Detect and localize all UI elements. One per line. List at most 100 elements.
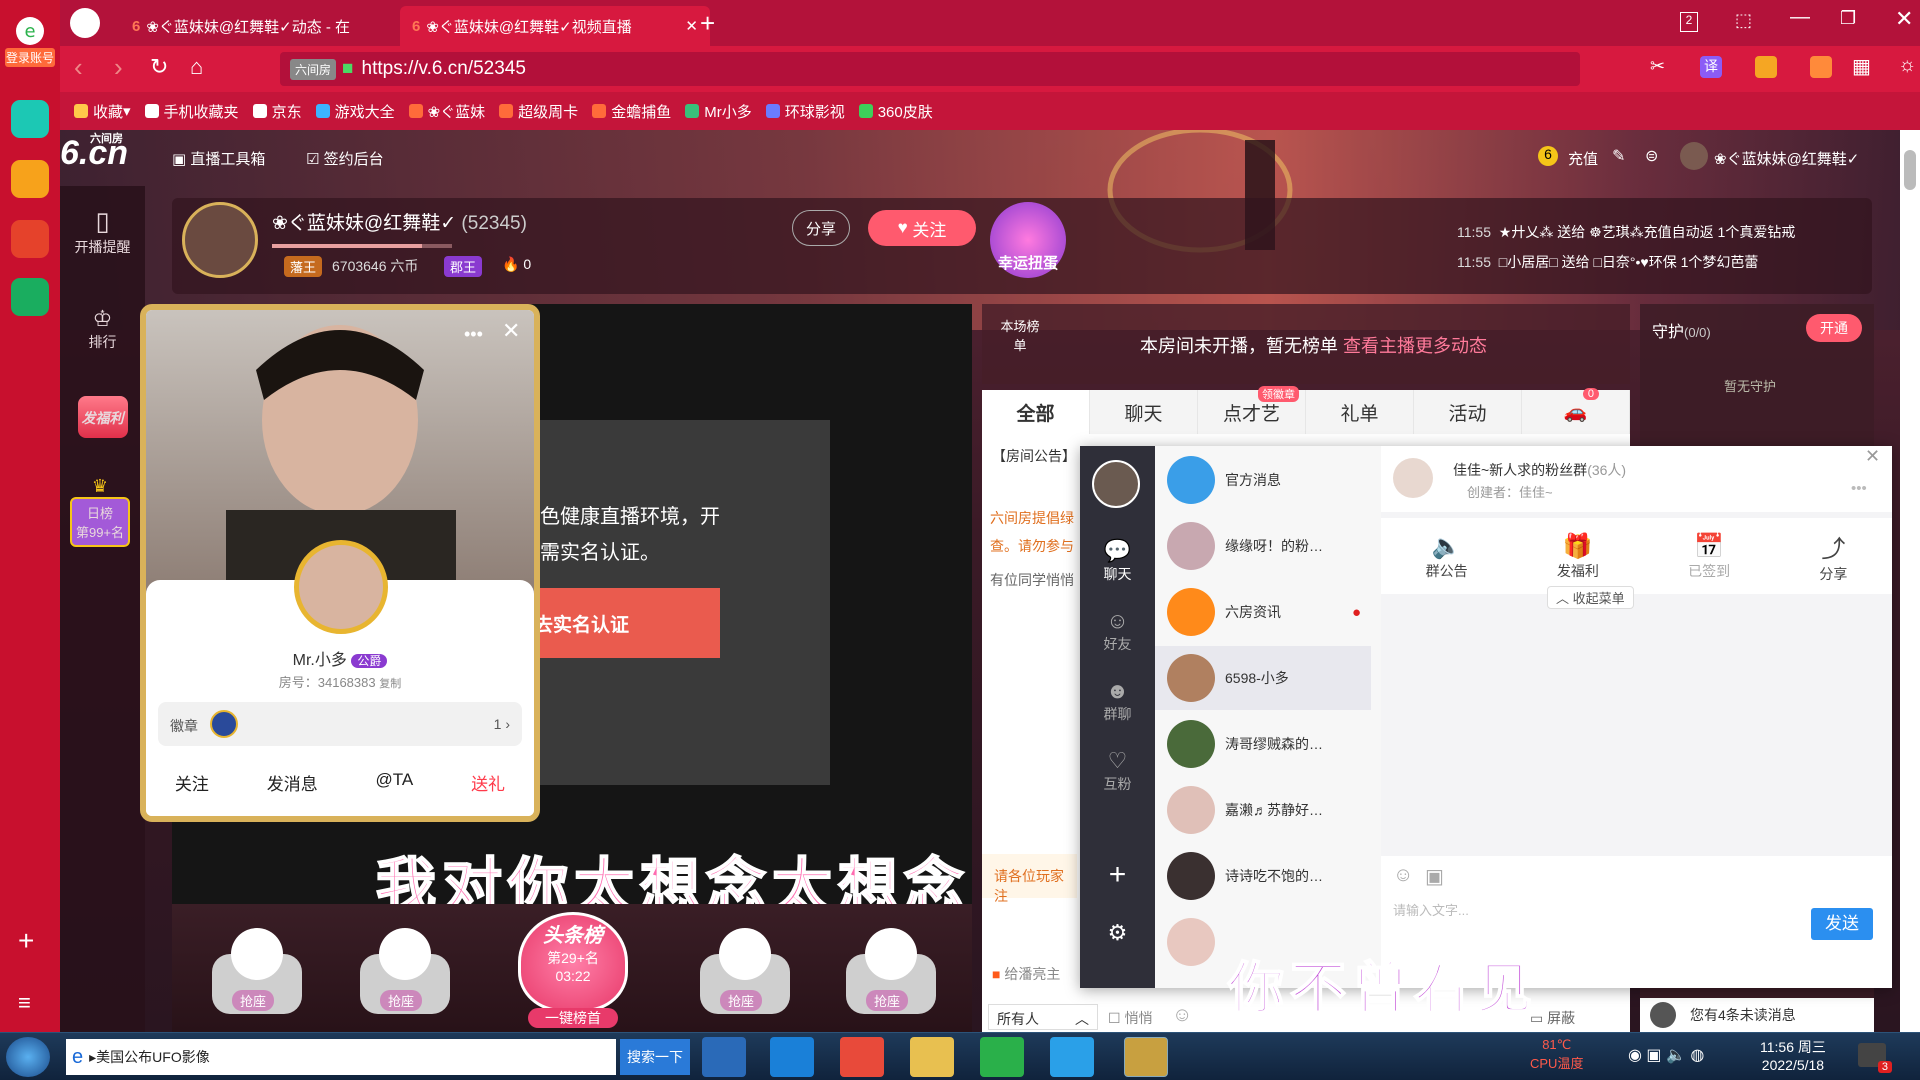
forward-icon[interactable]: ›: [114, 52, 123, 83]
host-avatar[interactable]: [182, 202, 258, 278]
notification-icon[interactable]: 3: [1858, 1043, 1892, 1073]
toolbox-link[interactable]: ▣ 直播工具箱: [172, 148, 265, 169]
tab-activity[interactable]: 活动: [1414, 390, 1522, 434]
seat[interactable]: 抢座: [836, 914, 946, 1024]
weibo-icon[interactable]: [11, 220, 49, 258]
unread-bar[interactable]: 您有4条未读消息: [1640, 998, 1874, 1032]
bookmark-item[interactable]: 手机收藏夹: [144, 101, 239, 122]
im-tab-friends[interactable]: ☺ 好友: [1080, 608, 1155, 654]
open-guard-button[interactable]: 开通: [1806, 314, 1862, 342]
daily-rank[interactable]: ♛ 日榜 第99+名: [70, 476, 130, 547]
cut-icon[interactable]: ✂: [1650, 56, 1665, 77]
mention-action[interactable]: @TA: [376, 770, 414, 795]
announcement-action[interactable]: 🔈 群公告: [1426, 532, 1468, 581]
bookmark-item[interactable]: ❀ぐ蓝妹: [408, 101, 485, 122]
translate-icon[interactable]: 译: [1700, 56, 1722, 78]
player-icon[interactable]: [1050, 1037, 1094, 1077]
im-tab-chat[interactable]: 💬 聊天: [1080, 538, 1155, 584]
medal-row[interactable]: 徽章 1 ›: [158, 702, 522, 746]
lucky-egg-button[interactable]: 幸运扭蛋: [990, 202, 1066, 278]
ie-icon[interactable]: [770, 1037, 814, 1077]
conversation-item[interactable]: 六房资讯 ●: [1155, 580, 1371, 644]
im-tab-groups[interactable]: ☻ 群聊: [1080, 678, 1155, 724]
tab-car[interactable]: 🚗 0: [1522, 388, 1630, 434]
conversation-item[interactable]: 涛哥缪贼森的…: [1155, 712, 1371, 776]
welfare-link[interactable]: 发福利: [60, 396, 145, 438]
bookmark-item[interactable]: 超级周卡: [499, 101, 578, 122]
conversation-item[interactable]: 官方消息: [1155, 448, 1371, 512]
bookmark-item[interactable]: 京东: [252, 101, 302, 122]
avatar[interactable]: [1680, 142, 1708, 170]
grid-icon[interactable]: ▦: [1852, 54, 1871, 79]
search-input[interactable]: e ▸ 美国公布UFO影像: [66, 1039, 616, 1075]
bookmark-item[interactable]: 金蟾捕鱼: [592, 101, 671, 122]
folder-icon[interactable]: [910, 1037, 954, 1077]
home-icon[interactable]: ⌂: [190, 54, 203, 80]
browser-icon[interactable]: [980, 1037, 1024, 1077]
bookmark-item[interactable]: 环球影视: [765, 101, 845, 122]
tab-1[interactable]: 6 ❀ぐ蓝妹妹@红舞鞋✓动态 - 在: [120, 6, 420, 46]
seat[interactable]: 抢座: [350, 914, 460, 1024]
search-button[interactable]: 搜索一下: [620, 1039, 690, 1075]
bookmark-item[interactable]: Mr小多: [685, 101, 752, 122]
seat[interactable]: 抢座: [690, 914, 800, 1024]
clock[interactable]: 11:56 周三 2022/5/18: [1760, 1037, 1826, 1073]
welfare-action[interactable]: 🎁 发福利: [1557, 532, 1599, 581]
whisper-checkbox[interactable]: ☐ 悄悄: [1108, 1008, 1152, 1028]
add-icon[interactable]: +: [18, 925, 34, 957]
close-icon[interactable]: ✕: [1865, 446, 1880, 467]
conversation-item[interactable]: 嘉濑♬苏静好…: [1155, 778, 1371, 842]
seat[interactable]: 抢座: [202, 914, 312, 1024]
bookmark-item[interactable]: 360皮肤: [858, 101, 933, 122]
signin-admin-link[interactable]: ☑ 签约后台: [306, 148, 384, 169]
tab-2[interactable]: 6 ❀ぐ蓝妹妹@红舞鞋✓视频直播 ✕: [400, 6, 710, 46]
live-reminder[interactable]: ▯ 开播提醒: [60, 206, 145, 257]
share-action[interactable]: ⤴ 分享: [1819, 529, 1847, 584]
tab-close-icon[interactable]: ✕: [685, 17, 698, 35]
target-select[interactable]: 所有人 ︿: [988, 1004, 1098, 1030]
top-rank-button[interactable]: 一键榜首: [528, 1008, 618, 1028]
maximize-icon[interactable]: ❐: [1840, 8, 1856, 29]
follow-button[interactable]: ♥ 关注: [868, 210, 976, 246]
signed-in-action[interactable]: 📅 已签到: [1688, 532, 1730, 581]
emoji-icon[interactable]: ☺: [1393, 864, 1413, 887]
reload-icon[interactable]: ↻: [150, 54, 168, 80]
share-button[interactable]: 分享: [792, 210, 850, 246]
send-button[interactable]: 发送: [1811, 908, 1873, 940]
address-bar[interactable]: 六间房 ■ https://v.6.cn/52345: [280, 52, 1580, 86]
minimize-icon[interactable]: —: [1790, 6, 1810, 29]
page-scrollbar[interactable]: [1900, 130, 1920, 1032]
tab-all[interactable]: 全部: [982, 390, 1090, 434]
follow-action[interactable]: 关注: [175, 770, 209, 795]
compass-icon[interactable]: [70, 8, 100, 38]
login-avatar[interactable]: e 登录账号: [5, 14, 55, 67]
conversation-item[interactable]: 6598-小多: [1155, 646, 1371, 710]
site-logo[interactable]: 6.cn 六间房: [60, 133, 130, 182]
chrome-icon[interactable]: [840, 1037, 884, 1077]
mail-icon[interactable]: [11, 278, 49, 316]
rank-label[interactable]: 本场榜单: [1000, 316, 1040, 354]
bookmark-item[interactable]: 收藏 ▾: [74, 101, 131, 122]
tray-icons[interactable]: ◉ ▣ 🔈 ◍: [1628, 1045, 1704, 1065]
shield-icon[interactable]: [1755, 56, 1777, 78]
im-tab-mutual[interactable]: ♡ 互粉: [1080, 748, 1155, 794]
sidebar-app-icon[interactable]: [11, 100, 49, 138]
start-button[interactable]: [6, 1037, 50, 1077]
message-input[interactable]: 请输入文字...: [1393, 900, 1469, 919]
more-icon[interactable]: •••: [464, 324, 483, 345]
edit-icon[interactable]: ✎: [1612, 146, 1625, 166]
gift-action[interactable]: 送礼: [471, 770, 505, 795]
add-icon[interactable]: +: [1080, 858, 1155, 892]
conversation-item[interactable]: 诗诗吃不饱的…: [1155, 844, 1371, 908]
skin-icon[interactable]: ⬚: [1735, 10, 1752, 31]
kugou-icon[interactable]: [702, 1037, 746, 1077]
recharge-link[interactable]: 充值: [1568, 148, 1598, 169]
ranking-link[interactable]: ♔ 排行: [60, 306, 145, 352]
brightness-icon[interactable]: ☼: [1898, 54, 1916, 77]
user-name[interactable]: ❀ぐ蓝妹妹@红舞鞋✓: [1714, 148, 1859, 169]
taskbar-app[interactable]: [1124, 1037, 1168, 1077]
tab-count[interactable]: 2: [1680, 12, 1698, 32]
new-tab-icon[interactable]: +: [700, 8, 715, 39]
bookmark-item[interactable]: 游戏大全: [315, 101, 395, 122]
star-icon[interactable]: [11, 160, 49, 198]
